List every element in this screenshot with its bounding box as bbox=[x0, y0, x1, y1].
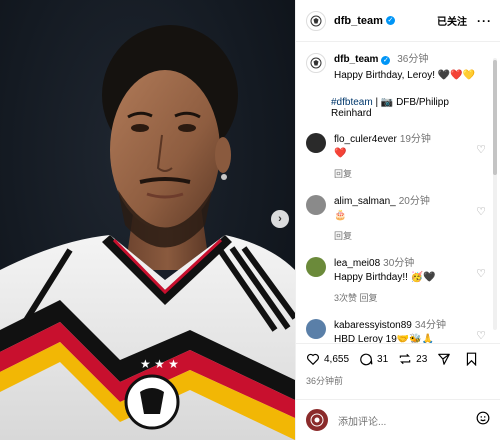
commenter-username[interactable]: lea_mei08 bbox=[334, 258, 380, 269]
scrollbar-thumb[interactable] bbox=[493, 60, 497, 175]
heart-icon[interactable]: ♡ bbox=[476, 329, 486, 342]
add-comment-input[interactable]: 添加评论... bbox=[338, 413, 386, 428]
comments-scroll-area[interactable]: dfb_team ✓ 36分钟 Happy Birthday, Leroy! 🖤❤… bbox=[296, 43, 500, 343]
current-user-avatar[interactable] bbox=[306, 409, 328, 431]
share-icon bbox=[438, 353, 451, 365]
chevron-right-icon: › bbox=[278, 213, 282, 225]
comment-time: 30分钟 bbox=[383, 258, 415, 269]
comment-time: 20分钟 bbox=[398, 196, 430, 207]
caption-tags: #dfbteam | 📷 DFB/Philipp Reinhard bbox=[296, 83, 500, 119]
svg-text:★ ★ ★: ★ ★ ★ bbox=[140, 357, 179, 371]
comment-item: lea_mei08 30分钟 Happy Birthday!! 🥳🖤 3次赞 回复… bbox=[296, 257, 500, 305]
heart-icon[interactable]: ♡ bbox=[476, 267, 486, 280]
repost-icon bbox=[399, 353, 411, 365]
player-portrait: ★ ★ ★ bbox=[0, 25, 295, 440]
comment-text: HBD Leroy 19🤝🐝🙏 bbox=[334, 334, 435, 343]
commenter-avatar[interactable] bbox=[306, 195, 326, 215]
emoji-icon[interactable] bbox=[476, 411, 490, 430]
comments-scrollbar[interactable] bbox=[493, 58, 497, 330]
reply-button[interactable]: 3次赞 回复 bbox=[334, 291, 436, 305]
caption-text: Happy Birthday, Leroy! 🖤❤️💛 bbox=[334, 70, 476, 81]
following-button[interactable]: 已关注 bbox=[437, 13, 467, 28]
posted-time: 36分钟前 bbox=[306, 376, 344, 386]
verified-icon: ✓ bbox=[385, 16, 395, 25]
repost-button[interactable]: 23 bbox=[398, 352, 427, 366]
commenter-username[interactable]: flo_culer4ever bbox=[334, 134, 397, 145]
heart-icon[interactable]: ♡ bbox=[476, 205, 486, 218]
post-actions: 4,655 31 23 36分钟前 bbox=[296, 343, 500, 399]
like-count: 4,655 bbox=[324, 353, 350, 365]
comment-item: kabaressyiston89 34分钟 HBD Leroy 19🤝🐝🙏 ♡ bbox=[296, 319, 500, 343]
share-button[interactable] bbox=[437, 352, 455, 366]
more-options-button[interactable]: ··· bbox=[477, 14, 492, 28]
next-photo-button[interactable]: › bbox=[271, 210, 289, 228]
dfb-logo-icon[interactable] bbox=[306, 53, 326, 73]
comment-item: flo_culer4ever 19分钟 ❤️ 回复 ♡ bbox=[296, 133, 500, 181]
heart-icon bbox=[307, 353, 319, 366]
caption-time: 36分钟 bbox=[397, 54, 429, 65]
reply-button[interactable]: 回复 bbox=[334, 167, 431, 181]
bookmark-icon bbox=[467, 352, 477, 366]
post-caption: dfb_team ✓ 36分钟 Happy Birthday, Leroy! 🖤❤… bbox=[296, 43, 500, 83]
comment-text: 🎂 bbox=[334, 210, 347, 221]
commenter-avatar[interactable] bbox=[306, 133, 326, 153]
comment-item: alim_salman_ 20分钟 🎂 回复 ♡ bbox=[296, 195, 500, 243]
caption-username[interactable]: dfb_team bbox=[334, 54, 378, 65]
comment-button[interactable]: 31 bbox=[359, 352, 388, 366]
hashtag-link[interactable]: #dfbteam bbox=[331, 97, 373, 108]
post-side-panel: dfb_team ✓ 已关注 ··· dfb_team ✓ 36分钟 Happy … bbox=[295, 0, 500, 440]
comment-icon bbox=[360, 353, 373, 366]
commenter-avatar[interactable] bbox=[306, 319, 326, 339]
add-comment-bar: 添加评论... bbox=[296, 399, 500, 440]
verified-icon: ✓ bbox=[381, 56, 391, 65]
commenter-username[interactable]: kabaressyiston89 bbox=[334, 320, 412, 331]
commenter-username[interactable]: alim_salman_ bbox=[334, 196, 396, 207]
commenter-avatar[interactable] bbox=[306, 257, 326, 277]
comment-text: ❤️ bbox=[334, 148, 347, 159]
post-header: dfb_team ✓ 已关注 ··· bbox=[296, 0, 500, 42]
post-author-username[interactable]: dfb_team bbox=[334, 15, 383, 27]
heart-icon[interactable]: ♡ bbox=[476, 143, 486, 156]
save-button[interactable] bbox=[465, 352, 482, 366]
repost-count: 23 bbox=[416, 353, 428, 365]
post-photo[interactable]: ★ ★ ★ › bbox=[0, 0, 295, 440]
comment-text: Happy Birthday!! 🥳🖤 bbox=[334, 272, 436, 283]
dfb-logo-icon[interactable] bbox=[306, 10, 326, 31]
comment-count: 31 bbox=[377, 353, 389, 365]
comment-time: 34分钟 bbox=[414, 320, 446, 331]
reply-button[interactable]: 回复 bbox=[334, 229, 430, 243]
like-button[interactable]: 4,655 bbox=[306, 352, 349, 366]
comment-time: 19分钟 bbox=[399, 134, 431, 145]
post-viewer: ★ ★ ★ › dfb_team ✓ 已关注 ··· dfb_team ✓ 36… bbox=[0, 0, 500, 440]
